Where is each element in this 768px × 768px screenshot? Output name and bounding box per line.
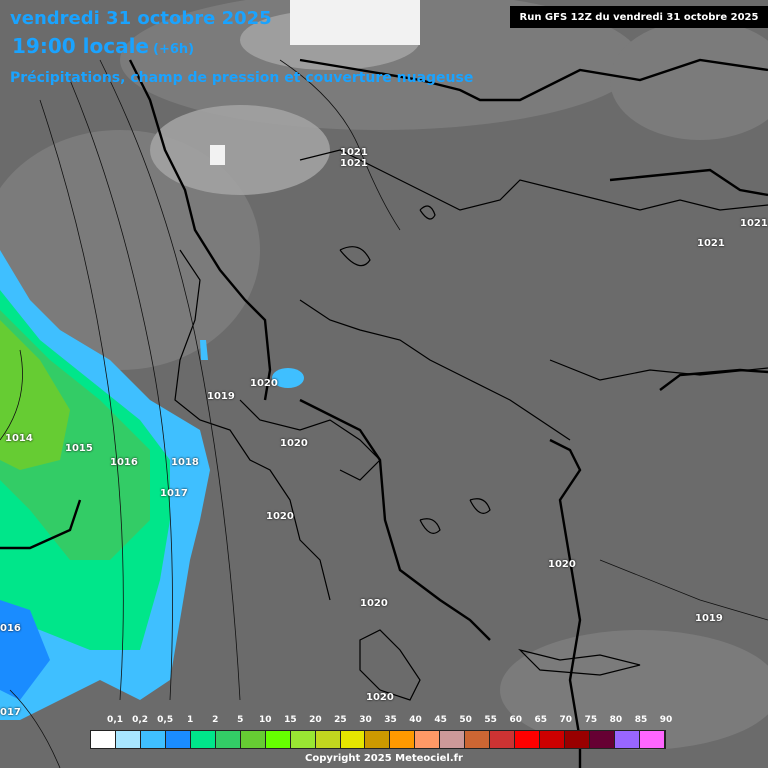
legend-label: 50 (459, 715, 472, 725)
legend-swatch (340, 731, 366, 748)
time-offset: (+6h) (153, 42, 195, 57)
isobar-label: 1021 (340, 147, 368, 158)
copyright: Copyright 2025 Meteociel.fr (305, 753, 463, 764)
legend-swatch (240, 731, 266, 748)
legend-swatch (639, 731, 665, 748)
legend-swatch (215, 731, 241, 748)
legend-swatch (415, 731, 441, 748)
legend-swatch (540, 731, 566, 748)
legend-swatch (140, 731, 166, 748)
legend-swatch (315, 731, 341, 748)
map-date-title: vendredi 31 octobre 2025 (10, 8, 272, 29)
precipitation-legend (90, 730, 666, 749)
legend-label: 0,2 (132, 715, 149, 725)
legend-label: 10 (259, 715, 272, 725)
legend-label: 25 (334, 715, 347, 725)
legend-label: 0,1 (107, 715, 124, 725)
legend-swatch (115, 731, 141, 748)
legend-label: 0,5 (157, 715, 174, 725)
isobar-label: 016 (0, 623, 21, 634)
isobar-label: 1017 (160, 488, 188, 499)
legend-swatch (440, 731, 466, 748)
isobar-label: 017 (0, 707, 21, 718)
isobar-label: 1019 (695, 613, 723, 624)
isobar-label: 1020 (548, 559, 576, 570)
isobar-label: 1018 (171, 457, 199, 468)
isobar-label: 1015 (65, 443, 93, 454)
legend-label: 70 (559, 715, 573, 725)
legend-swatch (91, 731, 116, 748)
legend-swatch (165, 731, 191, 748)
legend-label: 60 (509, 715, 522, 725)
isobar-label: 1021 (740, 218, 768, 229)
legend-label: 90 (659, 715, 673, 725)
legend-swatch (190, 731, 216, 748)
local-time: 19:00 locale (12, 34, 149, 58)
legend-label: 35 (384, 715, 397, 725)
legend-swatch (390, 731, 416, 748)
legend-label: 15 (284, 715, 297, 725)
legend-label: 85 (634, 715, 648, 725)
map-time-title: 19:00 locale (+6h) (12, 34, 194, 58)
legend-label: 65 (534, 715, 548, 725)
legend-label: 30 (359, 715, 372, 725)
isobar-label: 1016 (110, 457, 138, 468)
legend-label: 40 (409, 715, 422, 725)
map-subtitle: Précipitations, champ de pression et cou… (10, 70, 474, 86)
weather-map (0, 0, 768, 768)
legend-swatch (515, 731, 541, 748)
legend-label: 75 (584, 715, 598, 725)
isobar-label: 1020 (360, 598, 388, 609)
isobar-label: 1020 (366, 692, 394, 703)
isobar-label: 1019 (207, 391, 235, 402)
isobar-label: 1020 (250, 378, 278, 389)
isobar-label: 1020 (280, 438, 308, 449)
legend-swatch (615, 731, 640, 748)
legend-swatch (365, 731, 391, 748)
legend-swatch (565, 731, 591, 748)
isobar-label: 1014 (5, 433, 33, 444)
legend-label: 5 (237, 715, 244, 725)
legend-labels: 0,1 0,2 0,5 1 2 5 10 15 20 25 30 35 40 45 50 55 60 65 70 75… (90, 715, 672, 727)
legend-label: 80 (609, 715, 623, 725)
legend-swatch (465, 731, 491, 748)
isobar-label: 1021 (697, 238, 725, 249)
legend-swatch (290, 731, 316, 748)
run-info-box: Run GFS 12Z du vendredi 31 octobre 2025 (510, 6, 768, 28)
legend-label: 45 (434, 715, 447, 725)
isobar-label: 1021 (340, 158, 368, 169)
legend-label: 55 (484, 715, 497, 725)
legend-label: 1 (187, 715, 194, 725)
legend-swatch (590, 731, 616, 748)
legend-label: 2 (212, 715, 219, 725)
isobar-label: 1020 (266, 511, 294, 522)
legend-swatch (265, 731, 291, 748)
legend-label: 20 (309, 715, 322, 725)
legend-swatch (490, 731, 516, 748)
